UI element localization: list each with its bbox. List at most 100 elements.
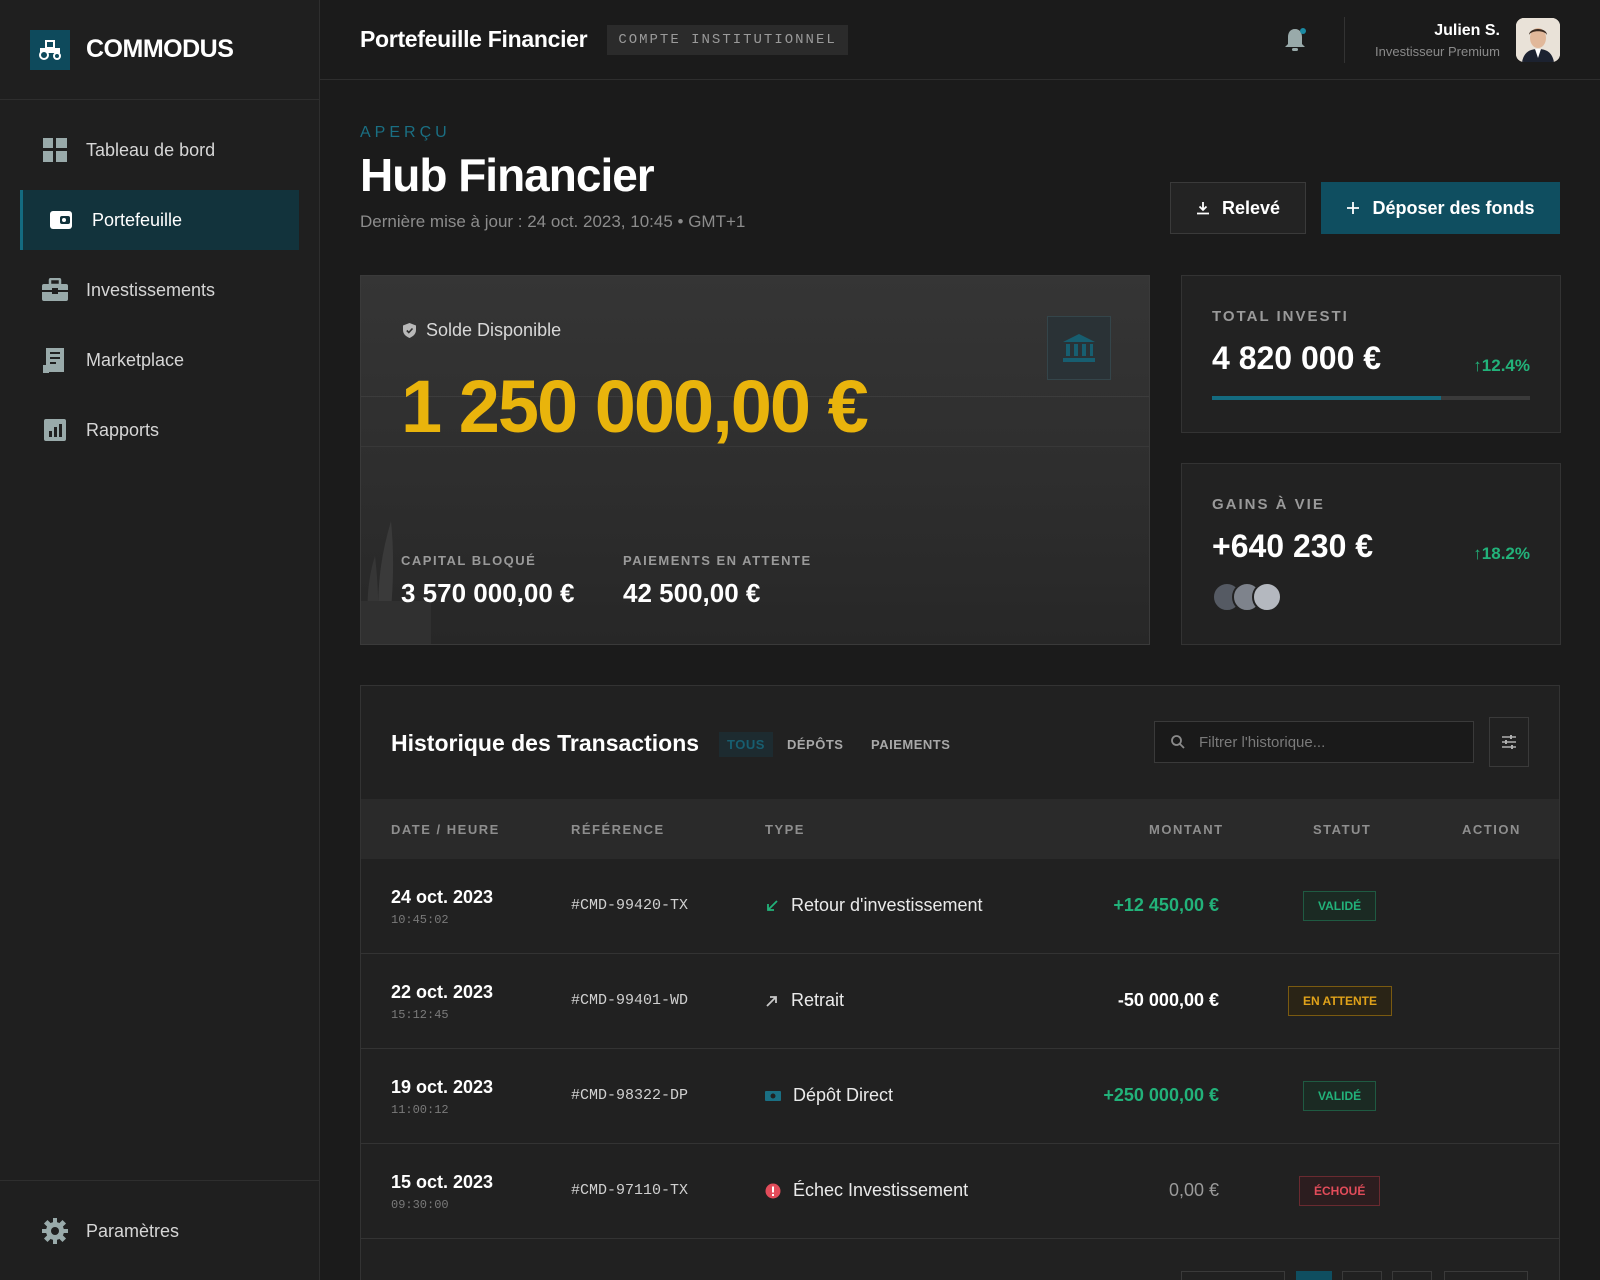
row-type: Retrait (765, 990, 844, 1011)
filter-button[interactable] (1489, 717, 1529, 767)
header-actions: Julien S. Investisseur Premium (1280, 0, 1560, 80)
alert-icon (765, 1183, 781, 1198)
row-reference: #CMD-99420-TX (571, 897, 689, 914)
sidebar-item-settings[interactable]: Paramètres (20, 1201, 299, 1261)
sidebar-item-portfolio[interactable]: Portefeuille (20, 190, 299, 250)
receipt-icon (42, 347, 68, 373)
row-type: Dépôt Direct (765, 1085, 893, 1106)
row-date: 15 oct. 2023 (391, 1172, 494, 1192)
column-status[interactable]: STATUT (1313, 822, 1371, 837)
last-updated: Dernière mise à jour : 24 oct. 2023, 10:… (360, 212, 746, 231)
avatar[interactable] (1516, 18, 1560, 62)
row-type: Échec Investissement (765, 1180, 968, 1201)
row-time: 10:45:02 (391, 913, 449, 927)
sidebar-item-investments[interactable]: Investissements (20, 260, 299, 320)
transactions-title: Historique des Transactions (391, 730, 700, 756)
sidebar: COMMODUS Tableau de bord Portefeuille In… (0, 0, 320, 1280)
sidebar-nav: Tableau de bord Portefeuille Investissem… (0, 100, 319, 460)
sidebar-item-reports[interactable]: Rapports (20, 400, 299, 460)
brand[interactable]: COMMODUS (0, 0, 319, 100)
cash-icon (765, 1090, 781, 1101)
top-header: Portefeuille Financier COMPTE INSTITUTIO… (320, 0, 1600, 80)
row-amount: 0,00 € (1168, 1180, 1219, 1200)
notification-dot (1300, 28, 1307, 34)
lifetime-gains-change: ↑18.2% (1473, 544, 1530, 563)
row-reference: #CMD-97110-TX (571, 1182, 689, 1199)
tab-payments[interactable]: PAIEMENTS (863, 732, 958, 757)
status-badge: ÉCHOUÉ (1299, 1176, 1381, 1206)
column-date[interactable]: DATE / HEURE (391, 822, 500, 837)
table-header: DATE / HEURE RÉFÉRENCE TYPE MONTANT STAT… (361, 799, 1559, 859)
table-row[interactable]: 19 oct. 2023 11:00:12 #CMD-98322-DP Dépô… (361, 1049, 1559, 1144)
pagination-page-current[interactable] (1296, 1271, 1332, 1280)
shield-icon (403, 323, 416, 338)
pending-payments: PAIEMENTS EN ATTENTE 42 500,00 € (623, 553, 812, 609)
pagination-page[interactable] (1392, 1271, 1432, 1280)
row-reference: #CMD-99401-WD (571, 992, 689, 1009)
column-reference[interactable]: RÉFÉRENCE (571, 822, 665, 837)
pagination-prev[interactable] (1181, 1271, 1285, 1280)
sidebar-item-label: Investissements (86, 279, 216, 300)
row-amount: +12 450,00 € (1113, 895, 1219, 915)
available-balance-label: Solde Disponible (403, 320, 561, 341)
lifetime-gains-card: GAINS À VIE +640 230 € ↑18.2% (1181, 463, 1561, 645)
deposit-funds-button[interactable]: Déposer des fonds (1321, 182, 1560, 234)
tab-deposits[interactable]: DÉPÔTS (779, 732, 851, 757)
available-balance-amount: 1 250 000,00 € (401, 365, 869, 448)
download-icon (1196, 202, 1209, 215)
tractor-logo-icon (30, 29, 70, 70)
status-badge: EN ATTENTE (1288, 986, 1392, 1016)
row-time: 09:30:00 (391, 1198, 449, 1212)
asset-dots (1212, 582, 1282, 612)
balance-card: Solde Disponible 1 250 000,00 € CAPITAL … (360, 275, 1150, 645)
sidebar-item-label: Tableau de bord (86, 139, 216, 160)
locked-capital: CAPITAL BLOQUÉ 3 570 000,00 € (401, 553, 575, 609)
locked-capital-value: 3 570 000,00 € (401, 578, 575, 608)
row-amount: +250 000,00 € (1103, 1085, 1219, 1105)
locked-capital-label: CAPITAL BLOQUÉ (401, 553, 537, 568)
bank-icon (1047, 316, 1111, 380)
table-row[interactable]: 15 oct. 2023 09:30:00 #CMD-97110-TX Éche… (361, 1144, 1559, 1239)
statement-button[interactable]: Relevé (1170, 182, 1306, 234)
user-info[interactable]: Julien S. Investisseur Premium (1375, 22, 1500, 59)
tab-all[interactable]: TOUS (719, 732, 773, 757)
user-role: Investisseur Premium (1375, 43, 1500, 59)
table-row[interactable]: 22 oct. 2023 15:12:45 #CMD-99401-WD Retr… (361, 954, 1559, 1049)
column-amount[interactable]: MONTANT (1149, 822, 1222, 837)
row-time: 15:12:45 (391, 1008, 449, 1022)
column-type[interactable]: TYPE (765, 822, 805, 837)
pending-payments-label: PAIEMENTS EN ATTENTE (623, 553, 812, 568)
transactions-header: Historique des Transactions TOUS DÉPÔTS … (361, 686, 1559, 799)
row-date: 22 oct. 2023 (391, 982, 494, 1002)
status-badge: VALIDÉ (1303, 1081, 1377, 1111)
pagination-page[interactable] (1342, 1271, 1382, 1280)
deposit-button-label: Déposer des fonds (1372, 197, 1535, 218)
arrow-up-icon: ↑ (1473, 356, 1482, 375)
table-row[interactable]: 24 oct. 2023 10:45:02 #CMD-99420-TX Reto… (361, 859, 1559, 954)
status-badge: VALIDÉ (1303, 891, 1377, 921)
asset-dot (1252, 582, 1282, 612)
row-amount: -50 000,00 € (1117, 990, 1219, 1010)
user-name: Julien S. (1434, 21, 1500, 39)
sidebar-item-label: Rapports (86, 419, 160, 440)
section-eyebrow: APERÇU (360, 124, 451, 141)
balance-label-text: Solde Disponible (426, 320, 562, 340)
arrow-up-right-icon (766, 995, 777, 1007)
brand-name: COMMODUS (86, 35, 234, 63)
row-date: 24 oct. 2023 (391, 887, 494, 907)
invested-progress-bar (1212, 396, 1530, 400)
gear-icon (42, 1218, 68, 1244)
total-invested-value: 4 820 000 € (1212, 340, 1382, 376)
sliders-icon (1502, 735, 1516, 749)
chart-icon (42, 417, 68, 443)
pagination-next[interactable] (1444, 1271, 1528, 1280)
row-type: Retour d'investissement (765, 895, 983, 916)
sidebar-item-label: Portefeuille (92, 209, 183, 230)
notifications-button[interactable] (1280, 25, 1310, 55)
sidebar-item-dashboard[interactable]: Tableau de bord (20, 120, 299, 180)
history-search-input[interactable] (1199, 733, 1459, 751)
header-divider (1344, 17, 1346, 63)
sidebar-item-marketplace[interactable]: Marketplace (20, 330, 299, 390)
total-invested-label: TOTAL INVESTI (1212, 308, 1349, 325)
column-action: ACTION (1462, 822, 1521, 837)
